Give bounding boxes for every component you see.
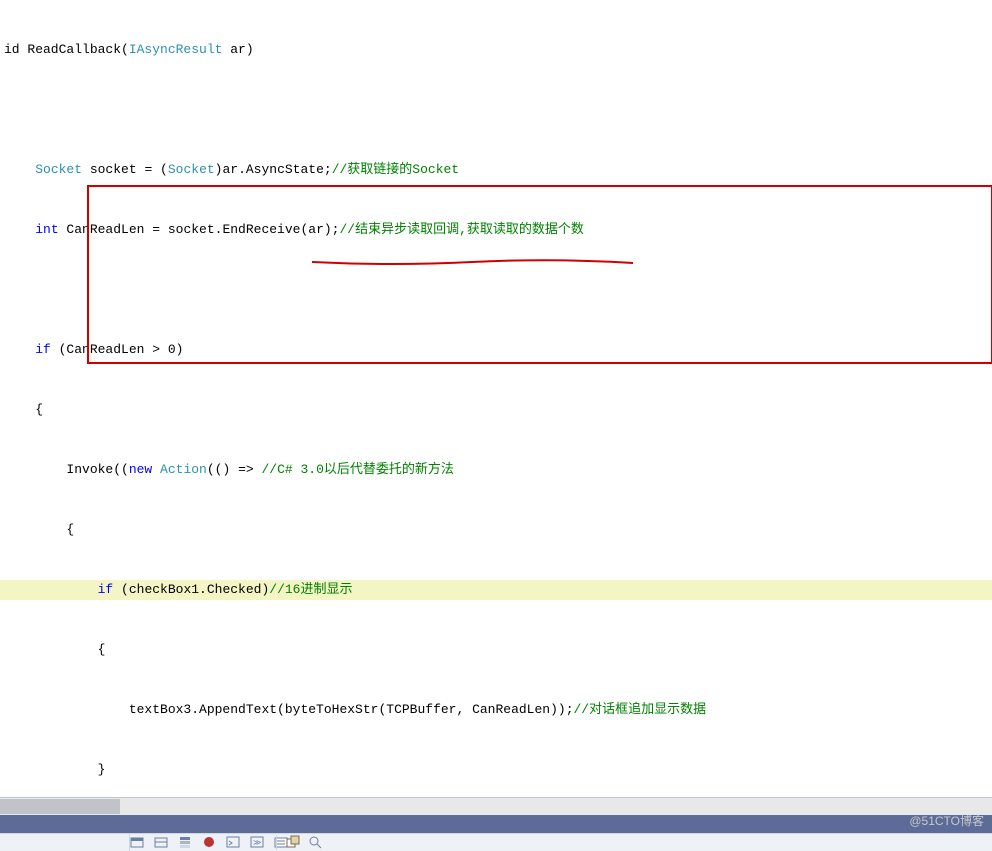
svg-text:≫: ≫ [253, 839, 261, 848]
panel-divider [0, 815, 992, 834]
code-area[interactable]: id ReadCallback(IAsyncResult ar) Socket … [0, 0, 992, 790]
code-line: } [0, 760, 992, 780]
call-stack-icon[interactable] [178, 835, 192, 849]
command-window-icon[interactable] [226, 835, 240, 849]
code-line: { [0, 520, 992, 540]
code-line: { [0, 400, 992, 420]
code-line: { [0, 640, 992, 660]
code-line: id ReadCallback(IAsyncResult ar) [0, 40, 992, 60]
code-line: Invoke((new Action(() => //C# 3.0以后代替委托的… [0, 460, 992, 480]
processes-icon[interactable] [286, 835, 300, 851]
scrollbar-thumb[interactable] [0, 799, 120, 814]
code-line: if (CanReadLen > 0) [0, 340, 992, 360]
code-line: textBox3.AppendText(byteToHexStr(TCPBuff… [0, 700, 992, 720]
code-line: int CanReadLen = socket.EndReceive(ar);/… [0, 220, 992, 240]
bottom-toolbar: ≫ [0, 833, 992, 851]
code-editor: id ReadCallback(IAsyncResult ar) Socket … [0, 0, 992, 851]
immediate-window-icon[interactable]: ≫ [250, 835, 264, 849]
code-line [0, 100, 992, 120]
locals-window-icon[interactable] [130, 835, 144, 849]
code-line: Socket socket = (Socket)ar.AsyncState;//… [0, 160, 992, 180]
find-symbol-icon[interactable] [308, 835, 322, 851]
code-line [0, 280, 992, 300]
toolbar-separator [276, 835, 277, 850]
horizontal-scrollbar[interactable] [0, 797, 992, 815]
code-line: if (checkBox1.Checked)//16进制显示 [0, 580, 992, 600]
breakpoints-icon[interactable] [202, 835, 216, 849]
autos-window-icon[interactable] [154, 835, 168, 849]
